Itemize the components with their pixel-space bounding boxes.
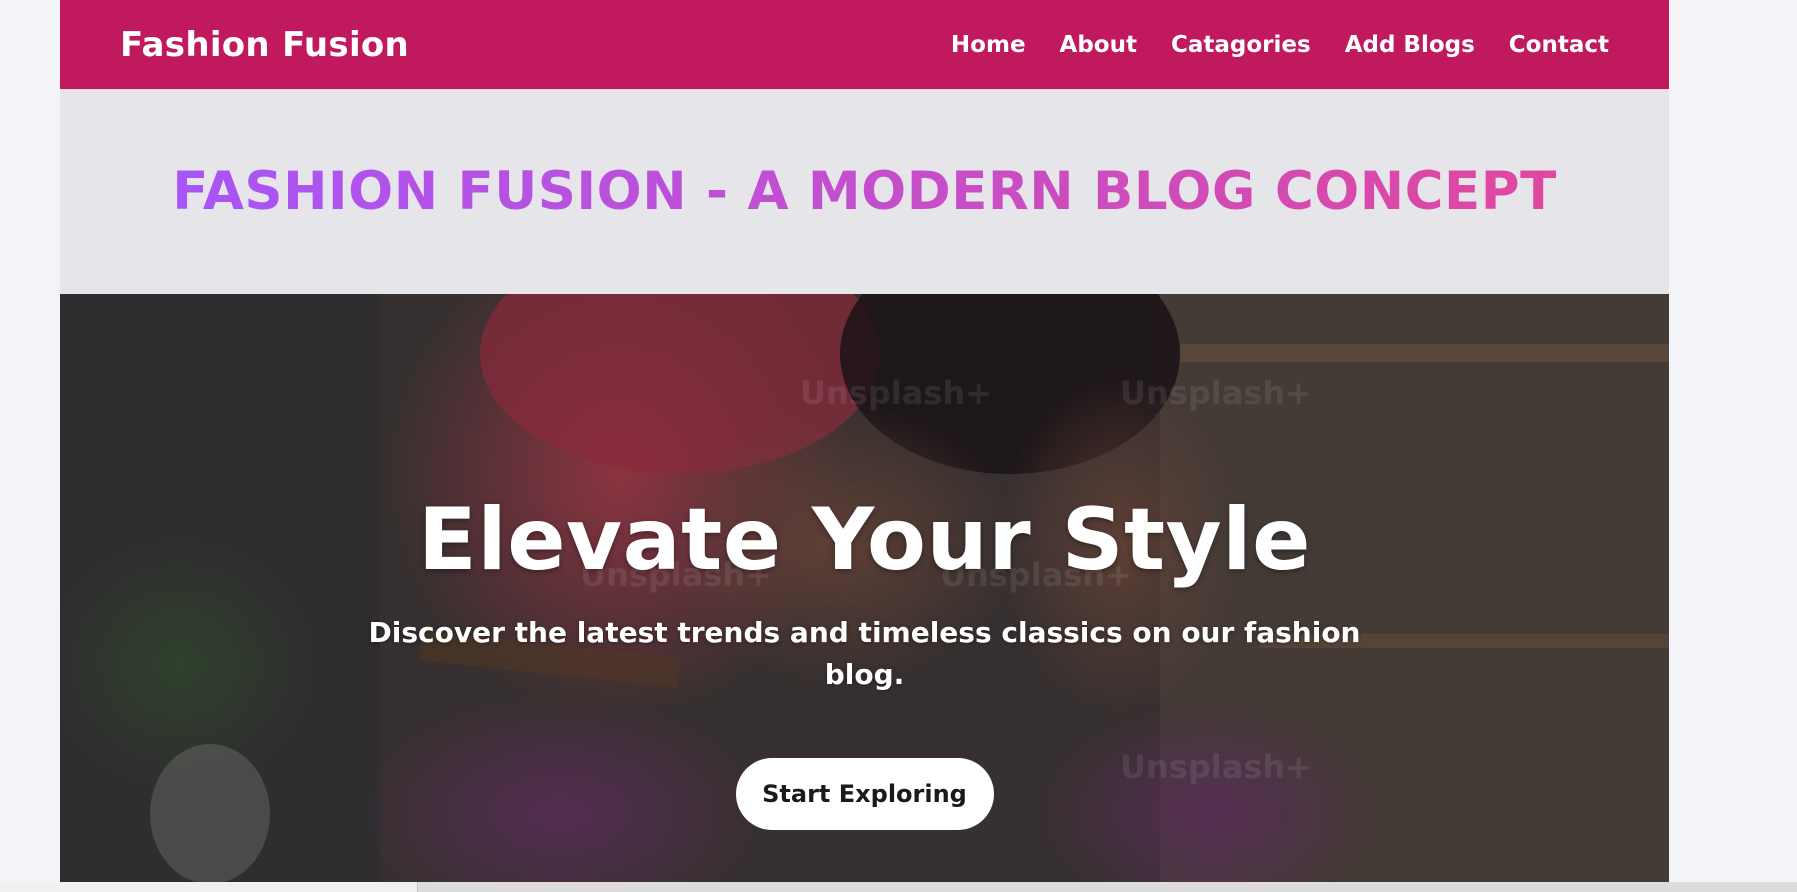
nav-link-contact[interactable]: Contact — [1509, 32, 1609, 58]
hero-content: Elevate Your Style Discover the latest t… — [60, 294, 1669, 892]
hero-title: Elevate Your Style — [418, 490, 1311, 590]
nav-link-categories[interactable]: Catagories — [1171, 32, 1311, 58]
horizontal-scrollbar[interactable] — [0, 882, 1797, 892]
nav-links: Home About Catagories Add Blogs Contact — [951, 32, 1609, 58]
nav-link-add-blogs[interactable]: Add Blogs — [1345, 32, 1475, 58]
hero-section: Unsplash+ Unsplash+ Unsplash+ Unsplash+ … — [60, 294, 1669, 892]
nav-link-about[interactable]: About — [1060, 32, 1137, 58]
hero-subtitle: Discover the latest trends and timeless … — [368, 616, 1361, 691]
nav-link-home[interactable]: Home — [951, 32, 1026, 58]
start-exploring-button[interactable]: Start Exploring — [735, 758, 994, 830]
page: Fashion Fusion Home About Catagories Add… — [60, 0, 1669, 892]
navbar: Fashion Fusion Home About Catagories Add… — [60, 0, 1669, 89]
scrollbar-thumb[interactable] — [0, 882, 418, 892]
banner: FASHION FUSION - A MODERN BLOG CONCEPT — [60, 89, 1669, 294]
brand-logo[interactable]: Fashion Fusion — [120, 25, 409, 65]
banner-title: FASHION FUSION - A MODERN BLOG CONCEPT — [172, 161, 1557, 222]
